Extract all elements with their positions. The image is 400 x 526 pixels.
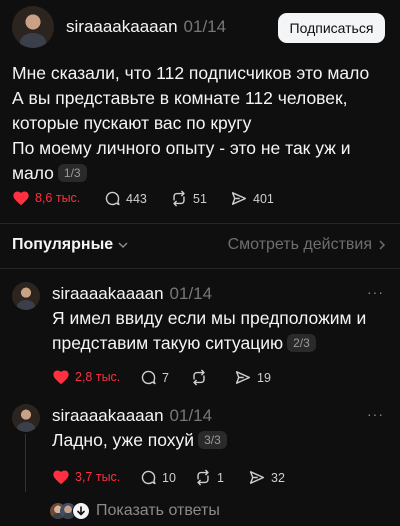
repost-button[interactable]	[190, 369, 213, 386]
like-button[interactable]: 8,6 тыс.	[12, 190, 80, 206]
send-icon	[249, 471, 265, 484]
post-username[interactable]: siraaaakaaaan	[66, 17, 178, 36]
send-icon	[235, 371, 251, 384]
post-page-badge: 1/3	[57, 164, 87, 182]
view-activity-label: Смотреть действия	[227, 236, 372, 253]
divider	[0, 223, 400, 224]
reply-header: siraaaakaaaan 01/14	[52, 284, 212, 304]
heart-icon	[53, 370, 69, 385]
chevron-right-icon	[379, 240, 386, 250]
reply-avatar[interactable]	[12, 404, 40, 432]
reply-actions: 3,7 тыс. 10 1 32	[52, 469, 392, 489]
post-avatar[interactable]	[12, 6, 54, 48]
thread-line	[25, 434, 26, 492]
heart-icon	[53, 470, 69, 485]
comment-icon	[141, 470, 156, 485]
reply-username[interactable]: siraaaakaaaan	[52, 406, 164, 425]
show-replies-label: Показать ответы	[96, 502, 220, 519]
like-count: 3,7 тыс.	[75, 470, 121, 484]
sort-label: Популярные	[12, 236, 114, 253]
reply-actions: 2,8 тыс. 7 19	[52, 369, 392, 389]
reply-text: Ладно, уже похуй 3/3	[52, 428, 392, 453]
share-button[interactable]: 19	[234, 369, 271, 386]
reply-text: Я имел ввиду если мы предположим и предс…	[52, 306, 392, 356]
share-button[interactable]: 32	[248, 469, 285, 486]
share-count: 401	[253, 191, 274, 206]
post-date: 01/14	[183, 17, 227, 36]
comment-button[interactable]: 7	[140, 369, 169, 386]
reply-date: 01/14	[169, 406, 213, 425]
repost-icon	[193, 369, 205, 386]
reply-text-line: Ладно, уже похуй 3/3	[52, 428, 392, 453]
reply-text-line-end: представим такую ситуацию	[52, 333, 284, 353]
comment-count: 10	[162, 470, 176, 485]
comment-count: 443	[126, 191, 147, 206]
like-count: 8,6 тыс.	[35, 191, 81, 205]
repost-button[interactable]: 1	[194, 469, 224, 486]
repost-button[interactable]: 51	[170, 190, 207, 207]
reply-text-line: Я имел ввиду если мы предположим и	[52, 308, 367, 328]
sort-dropdown[interactable]: Популярные	[12, 236, 129, 254]
post-text-line: По моему личного опыту - это не так уж и	[12, 138, 351, 158]
view-activity-link[interactable]: Смотреть действия	[228, 236, 386, 254]
post-text-line: А вы представьте в комнате 112 человек,	[12, 88, 348, 108]
post-header: siraaaakaaaan 01/14	[66, 17, 226, 37]
divider	[0, 268, 400, 269]
reply-page-badge: 3/3	[198, 431, 227, 449]
follow-button[interactable]: Подписаться	[278, 13, 385, 43]
more-options-icon[interactable]: ···	[367, 284, 384, 300]
post-text-line: мало 1/3	[12, 161, 392, 186]
post-text-line: Мне сказали, что 112 подписчиков это мал…	[12, 63, 370, 83]
reply-text-line-end: Ладно, уже похуй	[52, 430, 195, 450]
reply-text-line: представим такую ситуацию 2/3	[52, 331, 392, 356]
reply-username[interactable]: siraaaakaaaan	[52, 284, 164, 303]
share-button[interactable]: 401	[230, 190, 274, 207]
comment-button[interactable]: 443	[104, 190, 147, 207]
like-button[interactable]: 3,7 тыс.	[52, 469, 120, 485]
chevron-down-icon	[118, 242, 128, 249]
comment-icon	[141, 370, 156, 385]
repost-icon	[173, 190, 185, 207]
heart-icon	[13, 191, 29, 206]
reply-avatar[interactable]	[12, 282, 40, 310]
comment-count: 7	[162, 370, 169, 385]
like-button[interactable]: 2,8 тыс.	[52, 369, 120, 385]
reply-avatars-stack	[50, 502, 90, 520]
share-count: 32	[271, 470, 285, 485]
like-count: 2,8 тыс.	[75, 370, 121, 384]
show-replies-button[interactable]: Показать ответы	[50, 502, 220, 520]
post-text-line-end: мало	[12, 163, 54, 183]
arrow-down-icon	[72, 502, 90, 520]
repost-icon	[197, 469, 209, 486]
post-text: Мне сказали, что 112 подписчиков это мал…	[12, 61, 392, 186]
comment-icon	[105, 191, 120, 206]
reply-page-badge: 2/3	[287, 334, 316, 352]
reply-header: siraaaakaaaan 01/14	[52, 406, 212, 426]
post-text-line: которые пускают вас по кругу	[12, 113, 252, 133]
more-options-icon[interactable]: ···	[367, 406, 384, 422]
reply-date: 01/14	[169, 284, 213, 303]
send-icon	[231, 192, 247, 205]
repost-count: 51	[193, 191, 207, 206]
repost-count: 1	[217, 470, 224, 485]
post-actions: 8,6 тыс. 443 51 401	[12, 190, 392, 210]
share-count: 19	[257, 370, 271, 385]
comment-button[interactable]: 10	[140, 469, 176, 486]
